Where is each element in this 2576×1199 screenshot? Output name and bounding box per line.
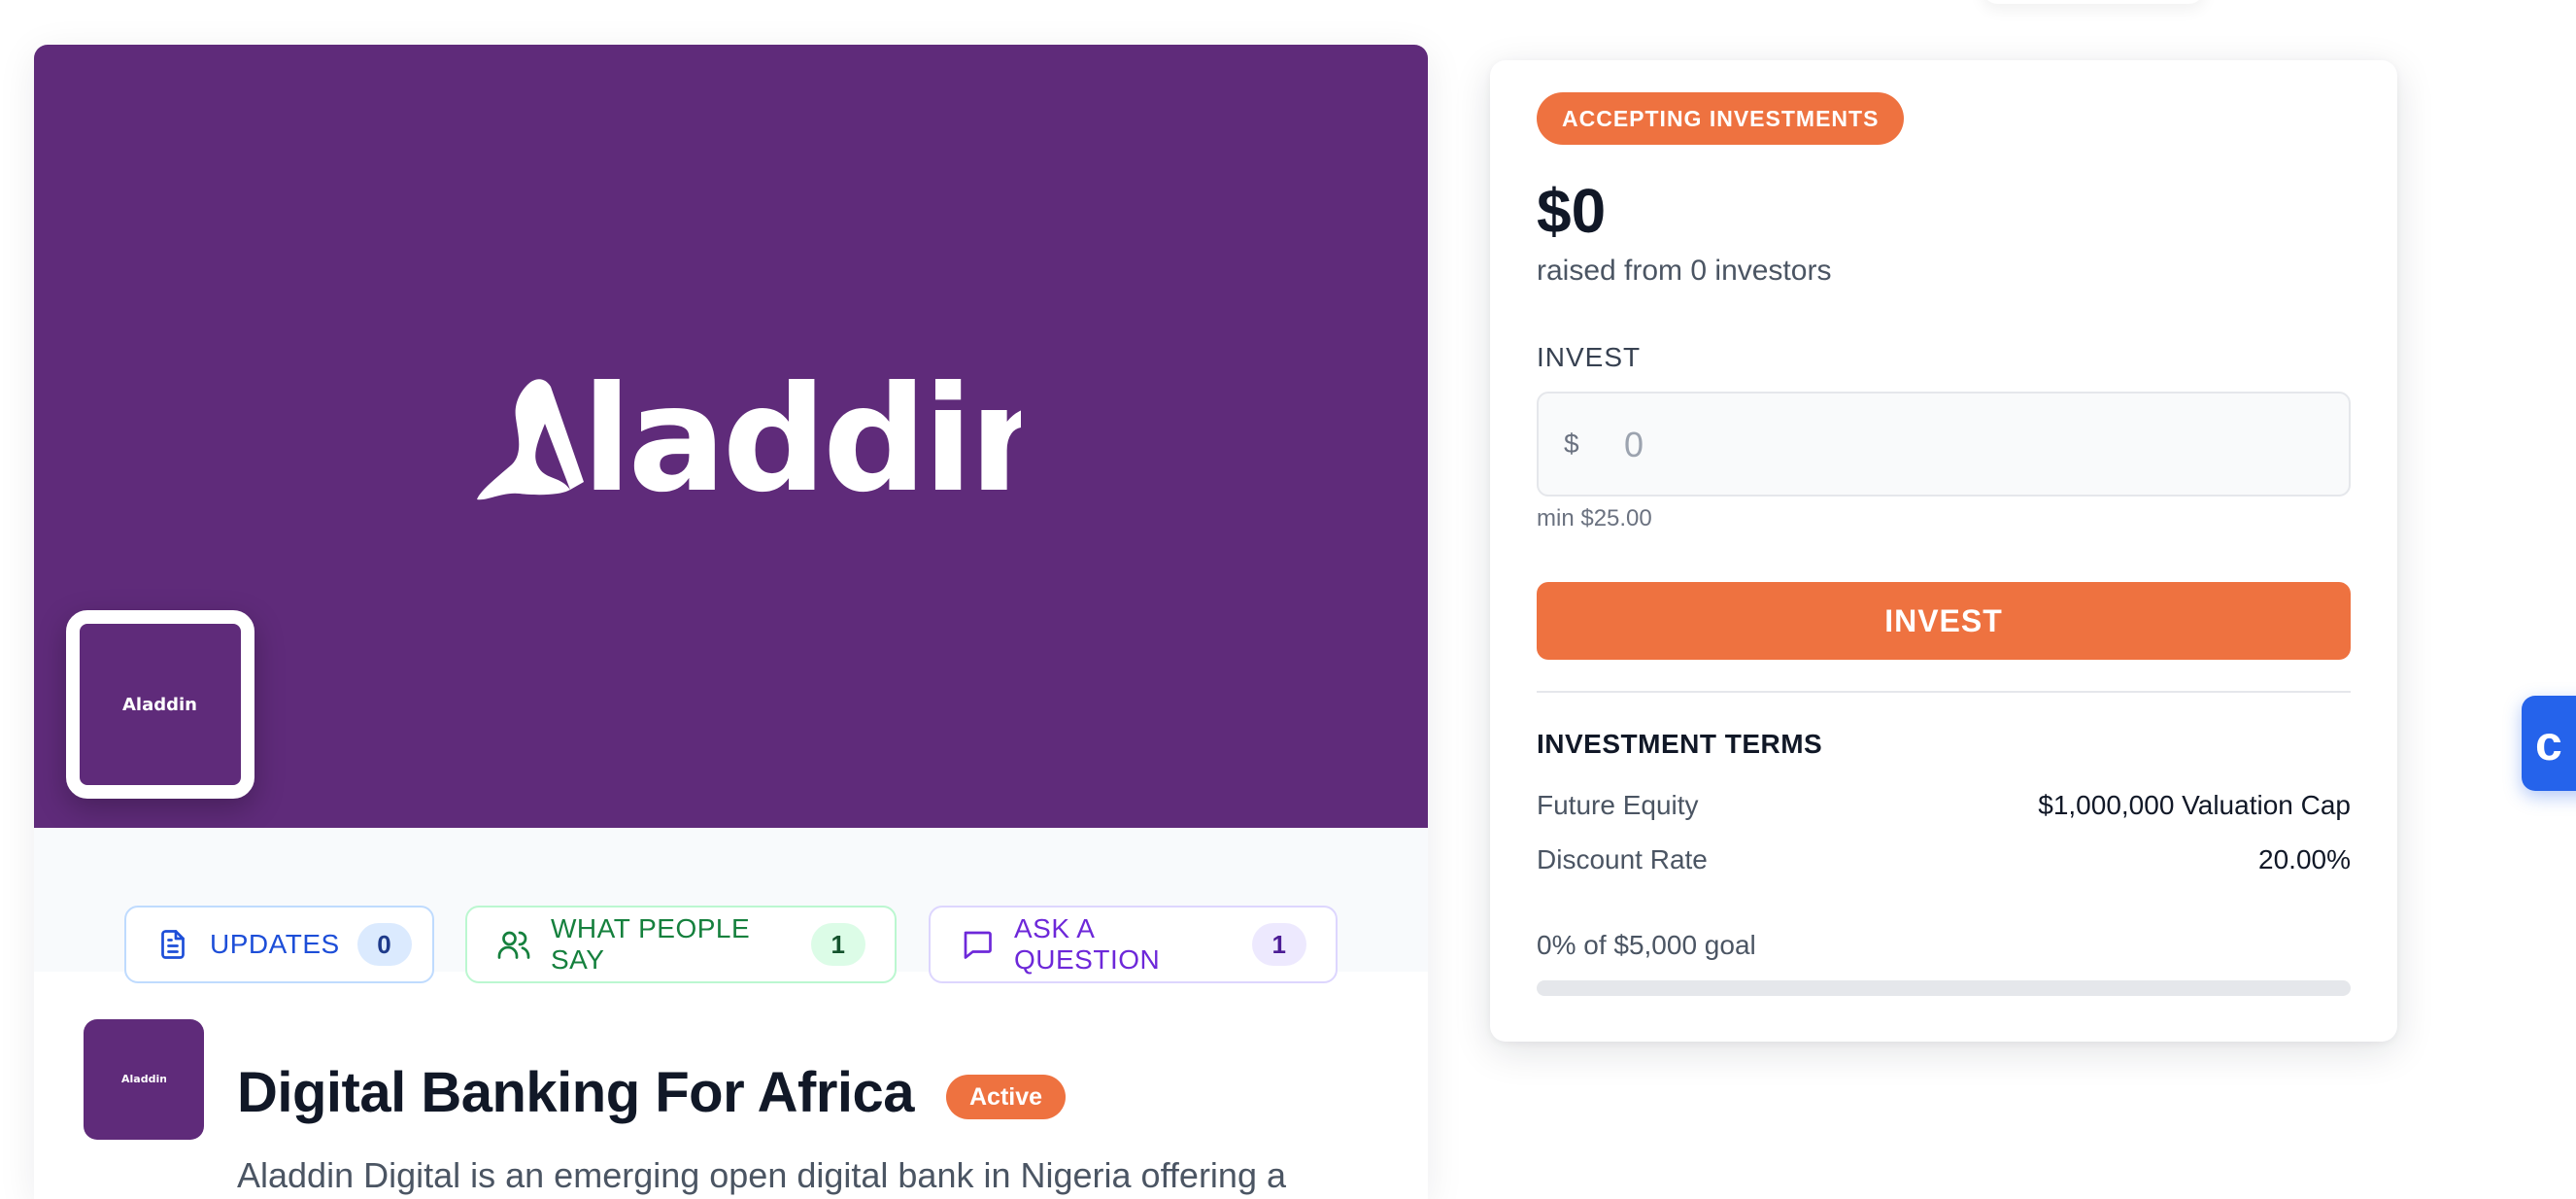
tab-count-badge: 1 [811,923,865,966]
invest-amount-field: $ [1537,392,2351,497]
term-label: Future Equity [1537,790,1699,820]
svg-text:Aladdin: Aladdin [121,1073,166,1085]
campaign-card: laddin Aladdin UPDATES 0 WHAT PEOPLE SAY… [34,45,1428,1199]
invest-amount-input[interactable] [1622,411,2306,479]
document-icon [161,930,185,959]
company-title: Digital Banking For Africa [237,1061,915,1124]
accepting-investments-badge: ACCEPTING INVESTMENTS [1537,92,1905,145]
tab-count-badge: 0 [356,923,412,966]
minimum-investment-note: min $25.00 [1537,505,1652,531]
company-avatar: Aladdin [84,1019,204,1140]
chat-widget-label: c [2535,716,2562,771]
aladdin-wordmark-icon: Aladdin [122,695,197,715]
term-row: Discount Rate 20.00% [1537,844,2351,875]
chat-bubble-icon [964,931,992,959]
goal-progress-text: 0% of $5,000 goal [1537,930,1756,960]
tab-count-badge: 1 [1252,923,1306,966]
brand-logo: laddin [477,356,1073,531]
company-logo-thumbnail: Aladdin [66,610,254,799]
tab-what-people-say[interactable]: WHAT PEOPLE SAY 1 [465,906,897,983]
term-row: Future Equity $1,000,000 Valuation Cap [1537,790,2351,821]
term-label: Discount Rate [1537,844,1708,874]
campaign-tabs: UPDATES 0 WHAT PEOPLE SAY 1 ASK A QUESTI… [34,828,1428,983]
invest-field-label: INVEST [1537,342,1642,372]
tab-updates[interactable]: UPDATES 0 [124,906,434,983]
aladdin-wordmark-icon: Aladdin [121,1073,166,1085]
campaign-banner: laddin Aladdin [34,45,1428,828]
term-value: 20.00% [2258,844,2351,874]
raised-amount: $0 [1537,176,1607,246]
tab-label: WHAT PEOPLE SAY [551,913,751,975]
status-badge: Active [946,1075,1067,1119]
svg-text:laddin: laddin [582,375,1021,525]
chat-widget-button[interactable]: c [2522,696,2576,791]
tab-label: UPDATES [210,929,340,959]
goal-progress-bar [1537,980,2351,996]
tab-ask-a-question[interactable]: ASK A QUESTION 1 [929,906,1338,983]
term-value: $1,000,000 Valuation Cap [2038,790,2351,820]
top-edge-element [1982,0,2205,4]
svg-text:Aladdin: Aladdin [122,695,197,715]
company-description: Aladdin Digital is an emerging open digi… [237,1155,1286,1195]
users-icon [497,931,530,959]
invest-button[interactable]: INVEST [1537,582,2351,660]
investment-terms-heading: INVESTMENT TERMS [1537,729,1823,759]
tab-label: ASK A QUESTION [1014,913,1161,975]
currency-symbol: $ [1564,428,1579,459]
raised-subtitle: raised from 0 investors [1537,255,1832,287]
divider [1537,691,2351,693]
aladdin-wordmark-icon: laddin [477,356,1073,525]
investment-panel: ACCEPTING INVESTMENTS $0 raised from 0 i… [1490,60,2397,1042]
